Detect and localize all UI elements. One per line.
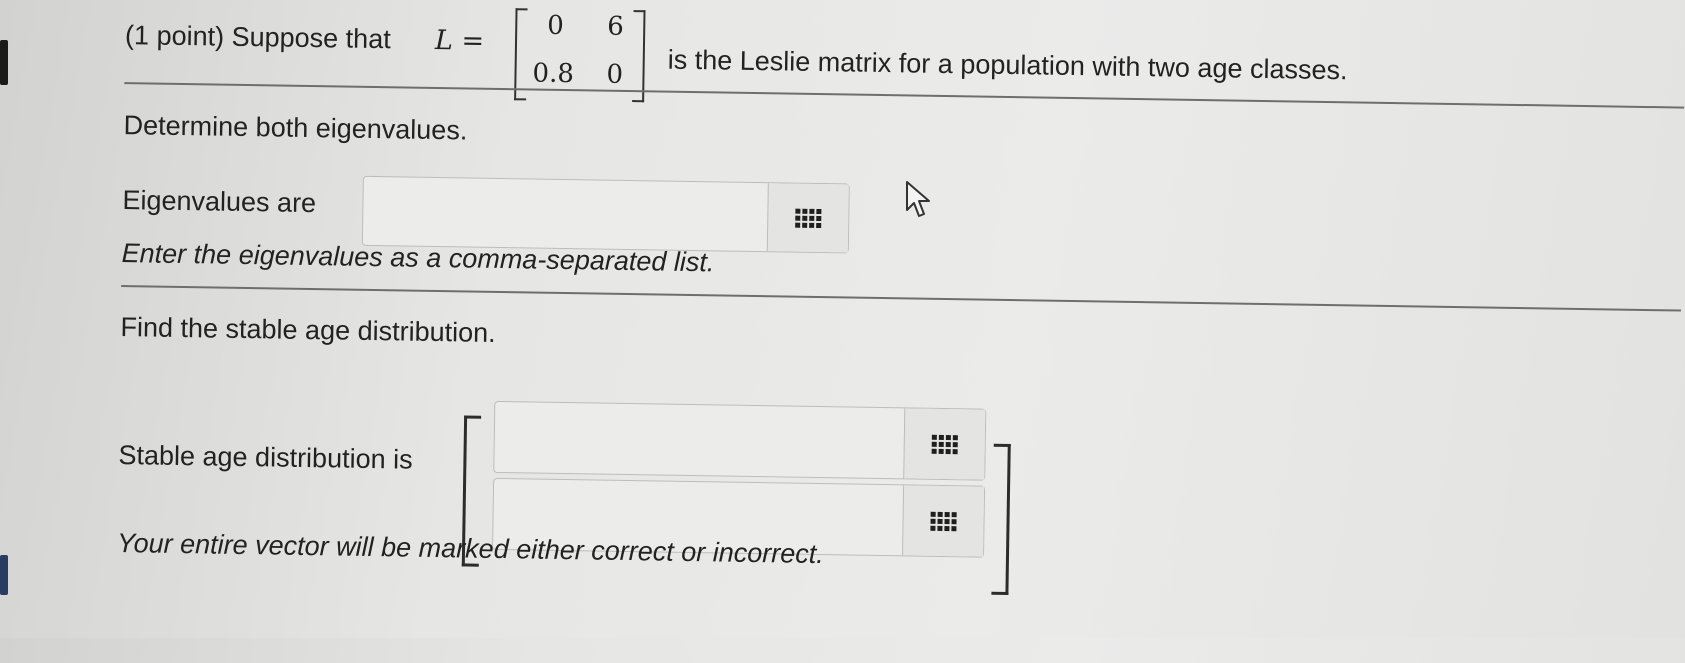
matrix-cell: 6	[607, 11, 625, 42]
mouse-pointer-icon	[906, 181, 930, 217]
question-intro: (1 point) Suppose that	[124, 20, 391, 55]
eigenvalues-input[interactable]	[361, 175, 850, 254]
matrix-left-bracket	[514, 8, 528, 101]
keypad-grid-icon	[795, 208, 822, 228]
part2-prompt: Find the stable age distribution.	[120, 312, 496, 348]
keypad-grid-icon	[930, 511, 957, 531]
matrix-right-bracket	[632, 10, 646, 103]
part1-prompt: Determine both eigenvalues.	[123, 110, 468, 146]
leslie-matrix: 0 6 0.8 0	[514, 8, 646, 103]
stable-distribution-label: Stable age distribution is	[118, 440, 413, 475]
section-divider	[124, 82, 1685, 109]
stable-distribution-keypad-button-1[interactable]	[903, 408, 986, 480]
eigenvalues-label: Eigenvalues are	[122, 185, 317, 219]
problem-content: (1 point) Suppose that L = 0 6 0.8 0 is …	[0, 0, 1685, 663]
vector-right-bracket	[991, 443, 1011, 596]
stable-distribution-keypad-button-2[interactable]	[902, 485, 985, 557]
matrix-cell: 0	[606, 59, 624, 90]
stable-distribution-input-1[interactable]	[493, 400, 987, 481]
eigenvalues-keypad-button[interactable]	[766, 183, 849, 253]
matrix-variable: L =	[434, 24, 485, 57]
question-intro-suffix: is the Leslie matrix for a population wi…	[667, 44, 1348, 86]
section-divider	[121, 285, 1681, 312]
keypad-grid-icon	[931, 434, 958, 454]
matrix-cell: 0.8	[532, 58, 575, 90]
matrix-cell: 0	[547, 10, 565, 41]
